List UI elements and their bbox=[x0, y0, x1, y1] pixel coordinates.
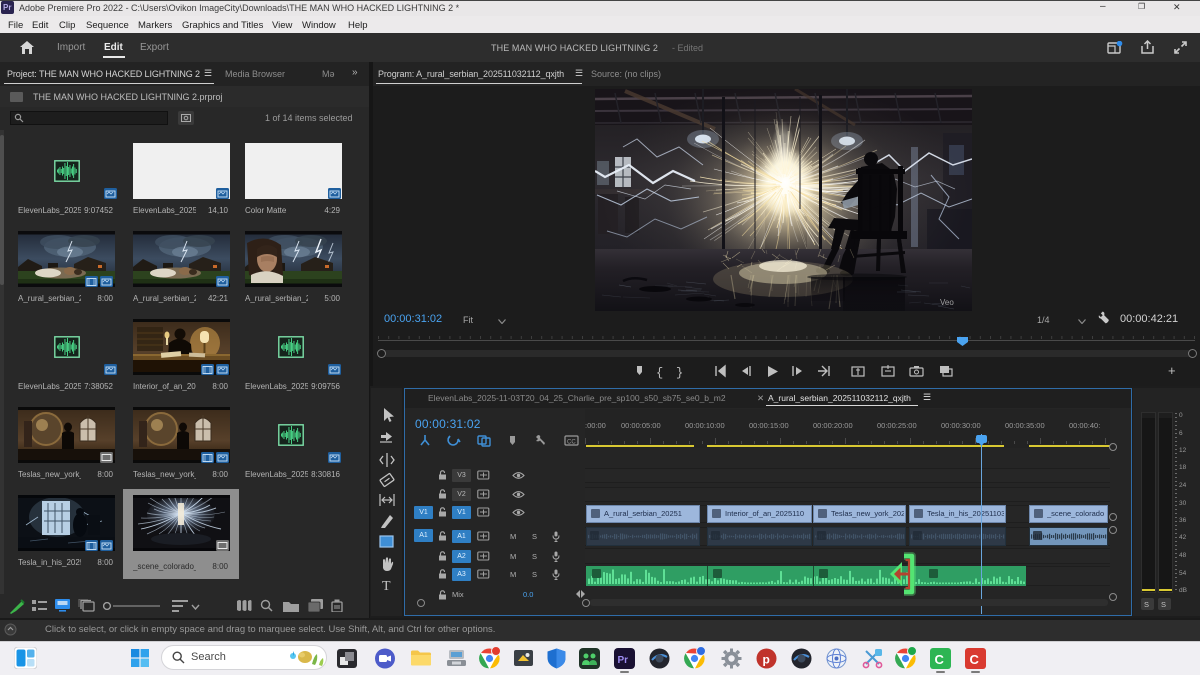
svg-text:C: C bbox=[935, 652, 945, 667]
svg-text:C: C bbox=[970, 652, 980, 667]
svg-text:Pr: Pr bbox=[618, 655, 629, 666]
svg-text:}: } bbox=[676, 366, 683, 380]
svg-text:T: T bbox=[382, 579, 391, 594]
svg-text:CC: CC bbox=[567, 440, 576, 446]
svg-text:p: p bbox=[763, 653, 770, 667]
svg-text:Veo: Veo bbox=[940, 298, 954, 307]
svg-text:{: { bbox=[656, 366, 663, 380]
